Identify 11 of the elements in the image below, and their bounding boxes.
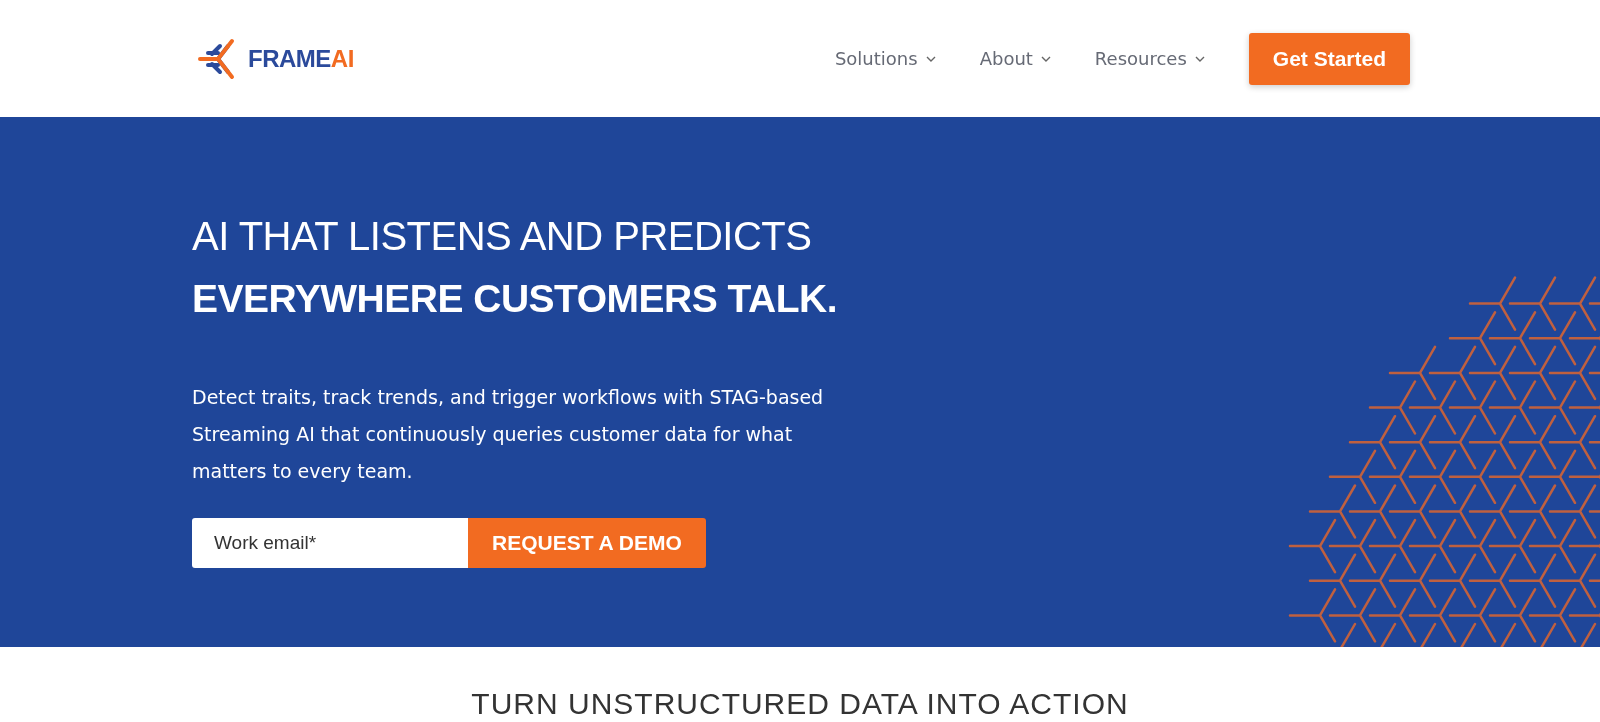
section-heading: TURN UNSTRUCTURED DATA INTO ACTION (471, 687, 1129, 721)
hero-title: AI THAT LISTENS AND PREDICTS (192, 213, 813, 260)
get-started-button[interactable]: Get Started (1248, 32, 1410, 85)
hero-title-strong: EVERYWHERE CUSTOMERS TALK. (192, 276, 838, 322)
nav-menu-item[interactable]: Resources (1094, 48, 1205, 69)
hero-description: Detect traits, track trends, and trigger workflows with STAG-based Streaming AI that continuously queries customer data for what matters to every team. (192, 385, 825, 484)
nav-menu-item[interactable]: Solutions (834, 48, 936, 69)
email-input-field[interactable]: Work email* (192, 518, 468, 568)
nav-menu-item[interactable]: About (979, 48, 1051, 69)
logo-wordmark: FRAMEAI (248, 44, 354, 73)
request-demo-button[interactable]: REQUEST A DEMO (468, 518, 706, 568)
